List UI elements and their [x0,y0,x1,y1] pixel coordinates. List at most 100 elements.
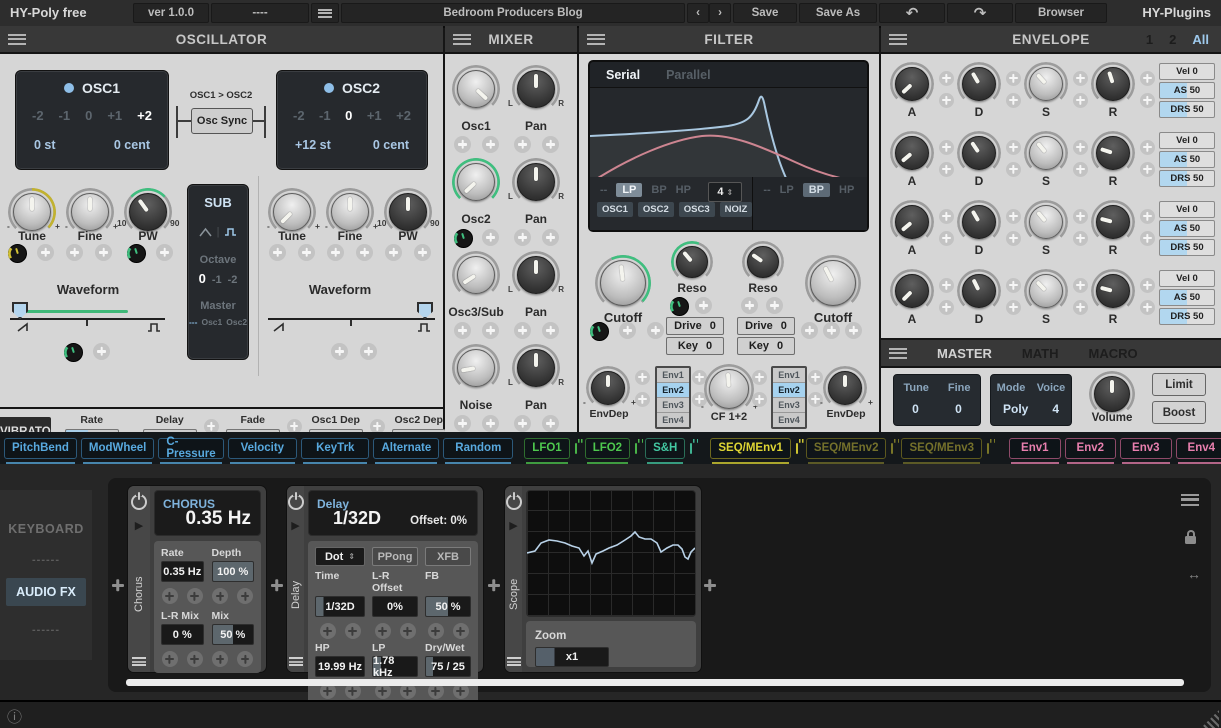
hamburger-icon[interactable] [507,657,521,666]
decay-knob[interactable] [962,205,996,239]
mod-slot-add-button[interactable] [752,370,767,385]
power-icon[interactable] [288,494,304,510]
route-osc2-button[interactable]: OSC2 [638,202,674,217]
decay-release-slope-field[interactable]: DRS 50 [1159,239,1215,256]
mod-slot-add-button[interactable] [331,343,348,360]
play-icon[interactable]: ▶ [291,519,299,532]
env-tab-1[interactable]: 1 [1146,32,1153,47]
octave-option[interactable]: -2 [228,274,238,286]
mod-slot-add-button[interactable] [1006,278,1021,293]
slider-handle[interactable] [12,302,28,319]
mod-slot-add-button[interactable] [542,136,559,153]
power-icon[interactable] [506,494,522,510]
mod-slot-add-button[interactable] [187,588,203,604]
route-option[interactable]: Osc1 [201,317,222,327]
hamburger-icon[interactable] [289,657,303,666]
osc2-tune-knob[interactable] [273,193,311,231]
mod-slot-add-button[interactable] [327,244,344,261]
mod-amount-knob[interactable] [127,244,146,263]
undo-button[interactable]: ↶ [879,3,945,23]
play-icon[interactable]: ▶ [509,519,517,532]
mod-slot-add-button[interactable] [1073,71,1088,86]
attack-knob[interactable] [895,205,929,239]
attack-knob[interactable] [895,67,929,101]
octave-option[interactable]: +2 [396,108,411,123]
release-knob[interactable] [1096,274,1130,308]
osc1-tune-knob[interactable] [13,193,51,231]
mod-slot-add-button[interactable] [66,244,83,261]
mod-lfo1-button[interactable]: LFO1 [524,438,569,459]
mod-slot-add-button[interactable] [156,244,173,261]
mod-slot-add-button[interactable] [93,343,110,360]
mod-slot-add-button[interactable] [454,415,471,432]
decay-knob[interactable] [962,67,996,101]
lfo2-editor-icon[interactable] [635,443,637,454]
route-osc1-button[interactable]: OSC1 [597,202,633,217]
sustain-knob[interactable] [1029,67,1063,101]
mod-slot-add-button[interactable] [1006,162,1021,177]
mod-slot-add-button[interactable] [1073,162,1088,177]
save-button[interactable]: Save [733,3,797,23]
mod-slot-add-button[interactable] [1140,71,1155,86]
mod-slot-add-button[interactable] [1006,300,1021,315]
osc2-box[interactable]: OSC2 -2 -1 0 +1 +2 +12 st 0 cent [276,70,428,170]
osc1-level-knob[interactable] [457,70,495,108]
mod-slot-add-button[interactable] [345,623,361,639]
save-as-button[interactable]: Save As [799,3,877,23]
osc2-level-knob[interactable] [457,163,495,201]
mod-slot-add-button[interactable] [482,136,499,153]
type-off[interactable]: -- [763,184,770,196]
sub-route-selector[interactable]: --- Osc1 Osc2 [189,317,247,327]
lfo1-editor-icon[interactable] [575,443,577,454]
mod-slot-add-button[interactable] [939,209,954,224]
route-option[interactable]: Osc2 [226,317,247,327]
tab-parallel[interactable]: Parallel [666,68,710,82]
octave-option[interactable]: -2 [293,108,305,123]
mod-slot-add-button[interactable] [1140,300,1155,315]
rack-menu-icon[interactable] [1181,494,1199,506]
sub-triangle-icon[interactable] [199,227,212,237]
filter2-type-selector[interactable]: -- LP BP HP [753,177,867,197]
seqmenv1-editor-icon[interactable] [796,443,798,454]
mod-slot-add-button[interactable] [635,392,650,407]
mod-slot-add-button[interactable] [939,231,954,246]
decay-knob[interactable] [962,136,996,170]
mod-env2-button[interactable]: Env2 [1065,438,1117,459]
env-option-active[interactable]: Env2 [773,383,805,398]
decay-release-slope-field[interactable]: DRS 50 [1159,101,1215,118]
limit-button[interactable]: Limit [1152,373,1206,396]
attack-knob[interactable] [895,136,929,170]
octave-option-active[interactable]: +2 [137,108,152,123]
mod-slot-add-button[interactable] [237,651,253,667]
octave-option[interactable]: +1 [107,108,122,123]
filter2-env-selector[interactable]: Env1 Env2 Env3 Env4 [771,366,807,429]
env-option[interactable]: Env4 [773,413,805,427]
mod-slot-add-button[interactable] [385,244,402,261]
osc2-cent[interactable]: 0 cent [373,138,409,152]
mod-slot-add-button[interactable] [482,415,499,432]
osc2-enable-dot[interactable] [324,83,334,93]
mod-seqmenv1-button[interactable]: SEQ/MEnv1 [710,438,791,459]
filter2-envdep-knob[interactable] [828,371,862,405]
mod-slot-add-button[interactable] [695,297,712,314]
mod-amount-knob[interactable] [670,297,689,316]
sub-square-icon[interactable] [224,227,237,237]
mod-slot-add-button[interactable] [1140,162,1155,177]
osc1-semitone[interactable]: 0 st [34,138,56,152]
insert-fx-button[interactable] [703,578,717,592]
redo-button[interactable]: ↷ [947,3,1013,23]
master-voice-box[interactable]: ModeVoice Poly4 [990,374,1072,426]
octave-option[interactable]: -2 [32,108,44,123]
osc-sync-button[interactable]: Osc Sync [191,108,253,134]
power-icon[interactable] [131,494,147,510]
fx-rack-scrollbar[interactable] [126,679,1184,686]
preset-name-field[interactable]: Bedroom Producers Blog [341,3,685,23]
tab-master[interactable]: MASTER [937,346,992,361]
tab-macro[interactable]: MACRO [1088,346,1137,361]
mod-slot-add-button[interactable] [845,322,862,339]
chorus-depth-field[interactable]: 100 % [212,561,255,582]
tab-math[interactable]: MATH [1022,346,1059,361]
mod-slot-add-button[interactable] [298,244,315,261]
filter2-cutoff-knob[interactable] [810,260,856,306]
type-hp[interactable]: HP [839,184,854,196]
